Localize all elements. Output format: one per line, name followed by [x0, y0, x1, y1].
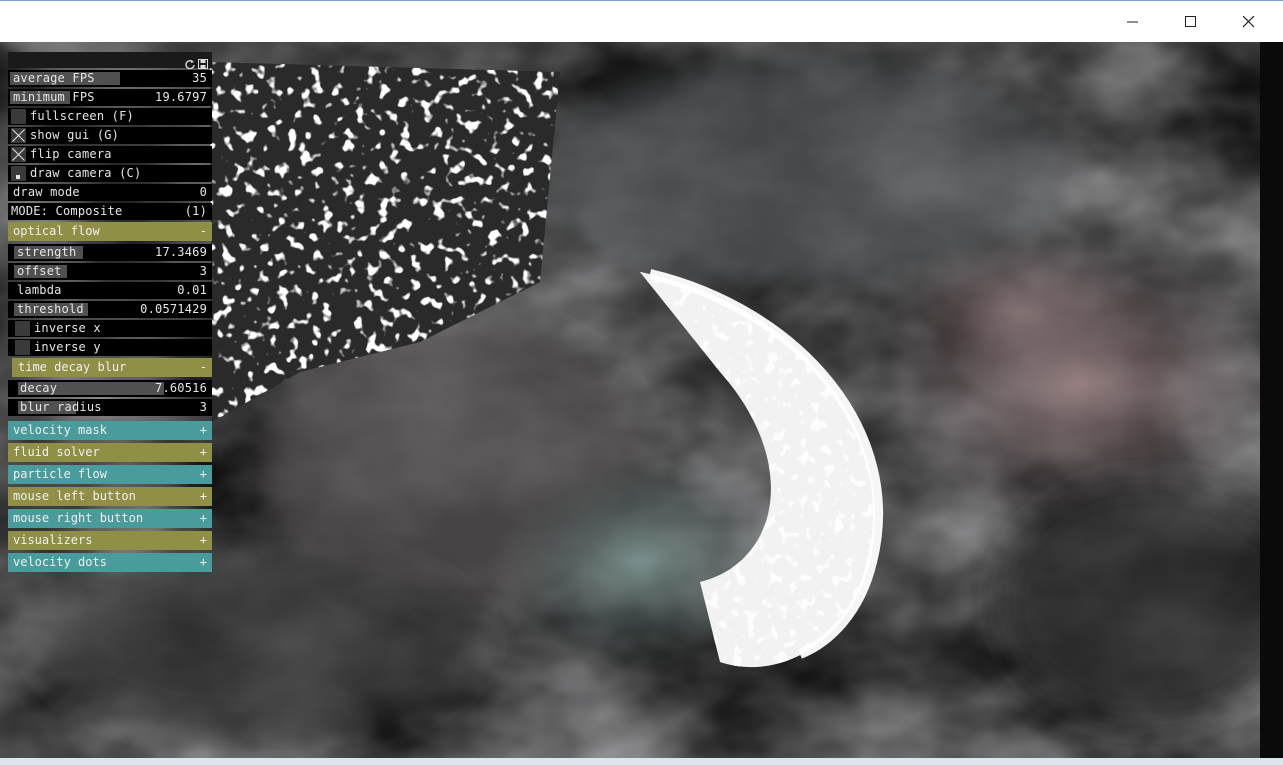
- group-title: velocity dots: [13, 555, 107, 569]
- average-fps-value: 35: [192, 71, 207, 85]
- window-bottom-edge: [0, 758, 1283, 765]
- gui-header: [8, 52, 212, 70]
- close-icon: [1243, 16, 1255, 28]
- average-fps-label: average FPS: [13, 71, 95, 85]
- group-title: velocity mask: [13, 423, 107, 437]
- blur-radius-label: blur radius: [20, 400, 102, 414]
- draw-mode-value: 0: [199, 185, 207, 199]
- draw-mode-label: draw mode: [13, 185, 80, 199]
- collapse-icon[interactable]: -: [200, 358, 207, 377]
- expand-icon[interactable]: +: [200, 531, 207, 550]
- strength-slider[interactable]: strength 17.3469: [8, 244, 212, 261]
- average-fps-slider[interactable]: average FPS 35: [8, 70, 212, 87]
- draw-camera-label: draw camera (C): [30, 166, 142, 180]
- lambda-label: lambda: [17, 283, 62, 297]
- decay-value: 7.60516: [155, 381, 207, 395]
- expand-icon[interactable]: +: [200, 553, 207, 572]
- refresh-icon[interactable]: [185, 54, 195, 70]
- expand-icon[interactable]: +: [200, 487, 207, 506]
- strength-value: 17.3469: [155, 245, 207, 259]
- save-icon[interactable]: [198, 54, 208, 69]
- lambda-value: 0.01: [177, 283, 207, 297]
- offset-slider[interactable]: offset 3: [8, 263, 212, 280]
- gui-panel: average FPS 35 minimum FPS 19.6797 fulls…: [8, 52, 212, 575]
- offset-label: offset: [17, 264, 62, 278]
- draw-camera-toggle[interactable]: draw camera (C): [8, 165, 212, 182]
- blur-radius-slider[interactable]: blur radius 3: [8, 399, 212, 416]
- group-title: fluid solver: [13, 445, 100, 459]
- threshold-value: 0.0571429: [140, 302, 207, 316]
- group-visualizers[interactable]: visualizers +: [8, 531, 212, 550]
- fullscreen-label: fullscreen (F): [30, 109, 134, 123]
- group-fluid-solver[interactable]: fluid solver +: [8, 443, 212, 462]
- blur-radius-value: 3: [199, 400, 207, 414]
- strength-label: strength: [17, 245, 77, 259]
- collapse-icon[interactable]: -: [200, 222, 207, 241]
- inverse-x-checkbox[interactable]: [15, 321, 30, 336]
- minimize-button[interactable]: [1104, 1, 1162, 43]
- close-button[interactable]: [1220, 1, 1278, 43]
- group-particle-flow[interactable]: particle flow +: [8, 465, 212, 484]
- expand-icon[interactable]: +: [200, 465, 207, 484]
- mode-value: (1): [184, 204, 207, 218]
- group-mouse-left-button[interactable]: mouse left button +: [8, 487, 212, 506]
- inverse-y-label: inverse y: [34, 340, 101, 354]
- fullscreen-toggle[interactable]: fullscreen (F): [8, 108, 212, 125]
- show-gui-checkbox[interactable]: [11, 128, 26, 143]
- minimum-fps-value: 19.6797: [155, 90, 207, 104]
- app-window: average FPS 35 minimum FPS 19.6797 fulls…: [0, 0, 1283, 765]
- inverse-y-checkbox[interactable]: [15, 340, 30, 355]
- flip-camera-label: flip camera: [30, 147, 112, 161]
- minimum-fps-label: minimum FPS: [13, 90, 95, 104]
- flip-camera-toggle[interactable]: flip camera: [8, 146, 212, 163]
- group-mouse-right-button[interactable]: mouse right button +: [8, 509, 212, 528]
- group-velocity-mask[interactable]: velocity mask +: [8, 421, 212, 440]
- expand-icon[interactable]: +: [200, 421, 207, 440]
- fullscreen-checkbox[interactable]: [11, 109, 26, 124]
- draw-camera-checkbox[interactable]: [11, 166, 26, 181]
- decay-slider[interactable]: decay 7.60516: [8, 380, 212, 397]
- optical-flow-title: optical flow: [13, 224, 100, 238]
- show-gui-toggle[interactable]: show gui (G): [8, 127, 212, 144]
- mode-label: MODE: Composite: [11, 204, 123, 218]
- expand-icon[interactable]: +: [200, 509, 207, 528]
- inverse-y-toggle[interactable]: inverse y: [8, 339, 212, 356]
- draw-mode-slider[interactable]: draw mode 0: [8, 184, 212, 201]
- threshold-slider[interactable]: threshold 0.0571429: [8, 301, 212, 318]
- time-decay-blur-group[interactable]: time decay blur -: [12, 358, 212, 377]
- group-title: mouse left button: [13, 489, 136, 503]
- flip-camera-checkbox[interactable]: [11, 147, 26, 162]
- inverse-x-label: inverse x: [34, 321, 101, 335]
- expand-icon[interactable]: +: [200, 443, 207, 462]
- decay-label: decay: [20, 381, 58, 395]
- time-decay-blur-title: time decay blur: [18, 360, 127, 374]
- render-canvas[interactable]: average FPS 35 minimum FPS 19.6797 fulls…: [0, 42, 1283, 758]
- threshold-label: threshold: [17, 302, 84, 316]
- minimum-fps-slider[interactable]: minimum FPS 19.6797: [8, 89, 212, 106]
- inverse-x-toggle[interactable]: inverse x: [8, 320, 212, 337]
- offset-value: 3: [199, 264, 207, 278]
- lambda-slider[interactable]: lambda 0.01: [8, 282, 212, 299]
- maximize-button[interactable]: [1162, 1, 1220, 43]
- minimize-icon: [1127, 21, 1138, 23]
- optical-flow-group[interactable]: optical flow -: [8, 222, 212, 241]
- maximize-icon: [1185, 16, 1196, 27]
- group-title: mouse right button: [13, 511, 144, 525]
- group-title: visualizers: [13, 533, 93, 547]
- show-gui-label: show gui (G): [30, 128, 120, 142]
- mode-display: MODE: Composite (1): [8, 203, 212, 220]
- group-title: particle flow: [13, 467, 107, 481]
- title-bar[interactable]: [0, 0, 1283, 42]
- group-velocity-dots[interactable]: velocity dots +: [8, 553, 212, 572]
